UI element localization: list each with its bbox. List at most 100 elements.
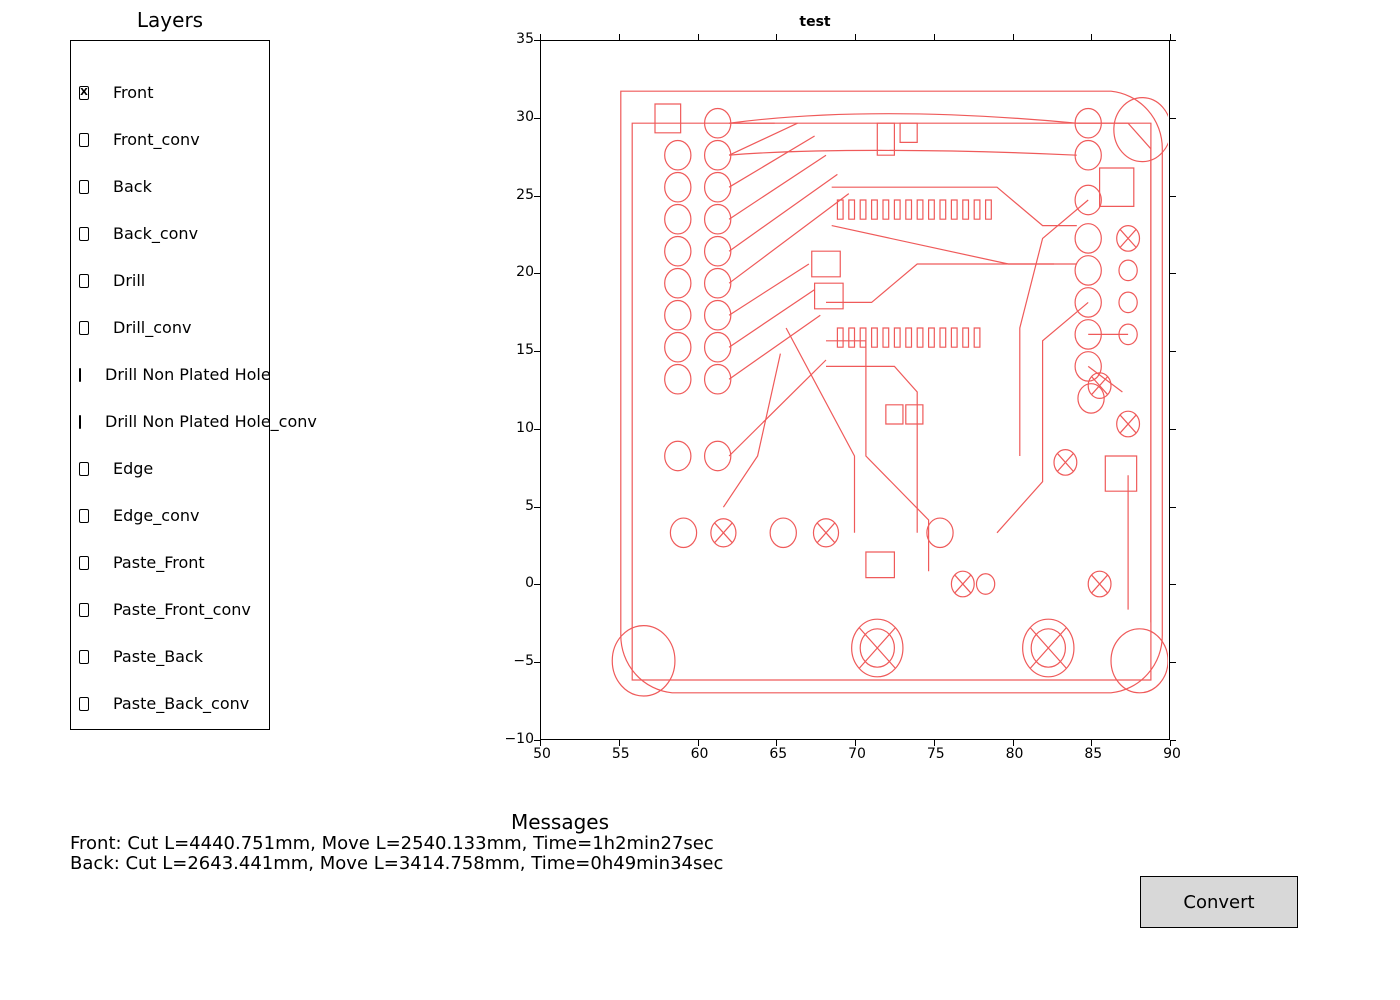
layer-row[interactable]: Back [71, 163, 269, 210]
x-tick-top [934, 34, 935, 40]
x-tick-label: 70 [845, 746, 869, 762]
layer-row[interactable]: Drill_conv [71, 304, 269, 351]
y-tick-label: 5 [494, 498, 534, 514]
y-tick-right [1170, 740, 1176, 741]
layer-row[interactable]: Drill Non Plated Hole [71, 351, 269, 398]
y-tick [534, 429, 540, 430]
x-tick-top [776, 34, 777, 40]
y-tick-label: 25 [494, 187, 534, 203]
layer-label: Edge [113, 459, 153, 478]
y-tick-right [1170, 40, 1176, 41]
layer-checkbox[interactable] [79, 274, 89, 288]
messages-text: Front: Cut L=4440.751mm, Move L=2540.133… [70, 834, 723, 874]
y-tick-right [1170, 507, 1176, 508]
x-tick-top [619, 34, 620, 40]
y-tick-label: 15 [494, 342, 534, 358]
axis-spine-right [1169, 40, 1170, 740]
layer-label: Drill_conv [113, 318, 191, 337]
x-tick-top [1013, 34, 1014, 40]
y-tick-right [1170, 273, 1176, 274]
layer-checkbox[interactable] [79, 321, 89, 335]
x-tick-label: 60 [688, 746, 712, 762]
messages-title: Messages [70, 810, 1050, 834]
pcb-plot[interactable]: 505560657075808590−10−505101520253035 [540, 40, 1170, 740]
x-tick-top [540, 34, 541, 40]
layer-label: Drill Non Plated Hole [105, 365, 271, 384]
x-tick-label: 55 [609, 746, 633, 762]
layer-label: Back_conv [113, 224, 198, 243]
layer-label: Paste_Back [113, 647, 203, 666]
x-tick-label: 85 [1081, 746, 1105, 762]
y-tick [534, 273, 540, 274]
layer-label: Front [113, 83, 153, 102]
layer-label: Back [113, 177, 152, 196]
layer-label: Drill [113, 271, 145, 290]
layer-checkbox[interactable] [79, 697, 89, 711]
layer-row[interactable]: Drill [71, 257, 269, 304]
y-tick-right [1170, 196, 1176, 197]
layers-panel: X Front Front_conv Back Back_conv Drill Drill_… [70, 40, 270, 730]
layer-row[interactable]: X Front [71, 69, 269, 116]
y-tick [534, 118, 540, 119]
layer-checkbox[interactable] [79, 415, 81, 429]
chart-title: test [500, 14, 1130, 30]
layer-row[interactable]: Drill Non Plated Hole_conv [71, 398, 269, 445]
layer-row[interactable]: Front_conv [71, 116, 269, 163]
layer-label: Paste_Back_conv [113, 694, 249, 713]
pcb-outline-art [598, 72, 1168, 712]
y-tick-label: 20 [494, 264, 534, 280]
axis-spine-top [540, 40, 1170, 41]
x-tick-label: 75 [924, 746, 948, 762]
x-tick-top [855, 34, 856, 40]
y-tick [534, 740, 540, 741]
layer-checkbox[interactable]: X [79, 86, 89, 100]
layer-row[interactable]: Edge [71, 445, 269, 492]
layer-checkbox[interactable] [79, 368, 81, 382]
y-tick-label: 10 [494, 420, 534, 436]
y-tick-right [1170, 584, 1176, 585]
layer-checkbox[interactable] [79, 603, 89, 617]
axis-spine-left [540, 40, 541, 740]
layer-checkbox[interactable] [79, 227, 89, 241]
layer-checkbox[interactable] [79, 462, 89, 476]
layer-label: Drill Non Plated Hole_conv [105, 412, 317, 431]
layer-row[interactable]: Paste_Back_conv [71, 680, 269, 727]
y-tick-label: 30 [494, 109, 534, 125]
x-tick-label: 65 [766, 746, 790, 762]
convert-button[interactable]: Convert [1140, 876, 1298, 928]
x-tick-top [1091, 34, 1092, 40]
x-tick-label: 90 [1160, 746, 1184, 762]
layer-label: Front_conv [113, 130, 200, 149]
y-tick [534, 40, 540, 41]
y-tick [534, 196, 540, 197]
y-tick [534, 584, 540, 585]
layer-row[interactable]: Paste_Front_conv [71, 586, 269, 633]
y-tick-label: −10 [494, 731, 534, 747]
layer-checkbox[interactable] [79, 650, 89, 664]
y-tick-right [1170, 429, 1176, 430]
message-line: Front: Cut L=4440.751mm, Move L=2540.133… [70, 834, 723, 854]
y-tick [534, 662, 540, 663]
y-tick-right [1170, 351, 1176, 352]
layer-row[interactable]: Back_conv [71, 210, 269, 257]
layer-label: Edge_conv [113, 506, 199, 525]
layer-row[interactable]: Paste_Front [71, 539, 269, 586]
layer-checkbox[interactable] [79, 556, 89, 570]
layer-checkbox[interactable] [79, 133, 89, 147]
layers-panel-title: Layers [70, 8, 270, 32]
x-tick-label: 80 [1003, 746, 1027, 762]
layer-label: Paste_Front_conv [113, 600, 251, 619]
y-tick-right [1170, 118, 1176, 119]
layer-label: Paste_Front [113, 553, 205, 572]
y-tick [534, 507, 540, 508]
layer-checkbox[interactable] [79, 509, 89, 523]
message-line: Back: Cut L=2643.441mm, Move L=3414.758m… [70, 854, 723, 874]
y-tick-label: −5 [494, 653, 534, 669]
x-tick-label: 50 [530, 746, 554, 762]
layer-checkbox[interactable] [79, 180, 89, 194]
y-tick-label: 0 [494, 575, 534, 591]
y-tick [534, 351, 540, 352]
layer-row[interactable]: Edge_conv [71, 492, 269, 539]
layer-row[interactable]: Paste_Back [71, 633, 269, 680]
y-tick-label: 35 [494, 31, 534, 47]
